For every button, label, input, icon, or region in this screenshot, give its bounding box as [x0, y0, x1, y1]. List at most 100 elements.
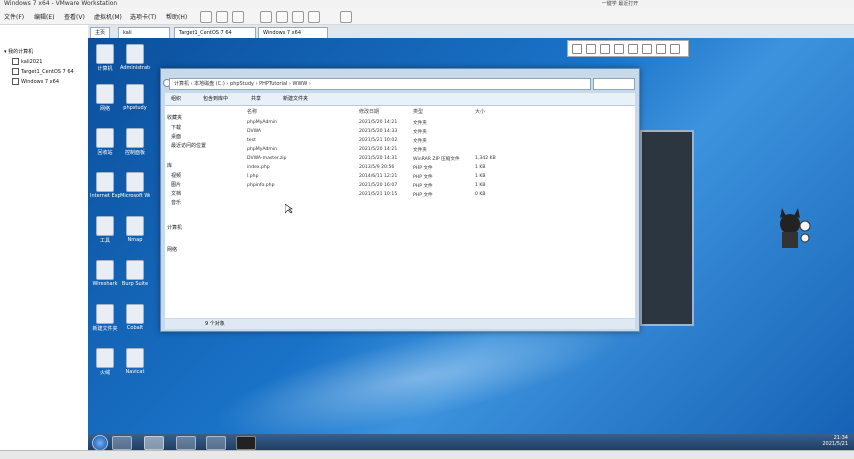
- control-panel-icon: [126, 128, 144, 148]
- nav-item[interactable]: 桌面: [171, 133, 181, 140]
- tab-kali[interactable]: kali: [118, 27, 170, 38]
- desktop-icon[interactable]: 回收站: [90, 128, 120, 156]
- settings-icon[interactable]: [340, 11, 352, 23]
- file-type: 文件夹: [413, 121, 427, 126]
- close-icon[interactable]: [670, 44, 680, 54]
- desktop-icon-label: 工具: [99, 238, 110, 244]
- fullscreen-icon[interactable]: [260, 11, 272, 23]
- column-header-size[interactable]: 大小: [475, 108, 485, 115]
- vm-icon: [12, 58, 19, 65]
- desktop-icon[interactable]: 网络: [90, 84, 120, 112]
- nav-item[interactable]: 视频: [171, 172, 181, 179]
- tab-home[interactable]: 主页: [90, 27, 111, 38]
- new-folder-button[interactable]: 新建文件夹: [283, 95, 308, 102]
- power-icon[interactable]: [586, 44, 596, 54]
- guest-taskbar: 21:34 2021/5/21: [88, 434, 854, 451]
- explorer-window[interactable]: 计算机 › 本地磁盘 (C:) › phpStudy › PHPTutorial…: [160, 68, 640, 332]
- nav-favorites-header[interactable]: 收藏夹: [167, 114, 182, 121]
- column-header-date[interactable]: 修改日期: [359, 108, 379, 115]
- power-icon[interactable]: [200, 11, 212, 23]
- start-button-icon[interactable]: [92, 435, 108, 451]
- console-view-icon[interactable]: [292, 11, 304, 23]
- file-row[interactable]: test 2021/5/21 10:02 文件夹: [243, 138, 635, 146]
- device-icon[interactable]: [642, 44, 652, 54]
- address-bar[interactable]: 计算机 › 本地磁盘 (C:) › phpStudy › PHPTutorial…: [169, 78, 591, 90]
- file-row[interactable]: DVWA-master.zip 2021/5/20 14:31 WinRAR ZIP…: [243, 156, 635, 164]
- file-type: PHP 文件: [413, 166, 433, 171]
- desktop-icon[interactable]: Cobalt: [120, 304, 150, 331]
- file-row[interactable]: 2021/5/21 10:15 PHP 文件 0 KB: [243, 192, 635, 200]
- desktop-icon[interactable]: Wireshark: [90, 260, 120, 287]
- desktop-icon[interactable]: 火绒: [90, 348, 120, 376]
- nav-item[interactable]: 最近访问的位置: [171, 142, 206, 149]
- tab-centos[interactable]: Target1_CentOS 7 64: [174, 27, 256, 38]
- nav-libraries-header[interactable]: 库: [167, 162, 172, 169]
- desktop-icon[interactable]: 控制面板: [120, 128, 150, 156]
- revert-icon[interactable]: [232, 11, 244, 23]
- menu-tabs[interactable]: 选项卡(T): [130, 12, 156, 21]
- nav-item[interactable]: 音乐: [171, 199, 181, 206]
- file-date: 2013/5/9 20:56: [359, 165, 395, 170]
- nav-item[interactable]: 图片: [171, 181, 181, 188]
- document-icon: [126, 172, 144, 192]
- pin-icon[interactable]: [572, 44, 582, 54]
- file-row[interactable]: l.php 2014/6/11 12:21 PHP 文件 1 KB: [243, 174, 635, 182]
- taskbar-ie-icon[interactable]: [112, 436, 132, 450]
- file-row[interactable]: DVWA 2021/5/20 14:33 文件夹: [243, 129, 635, 137]
- nav-network[interactable]: 网络: [167, 246, 177, 253]
- menu-vm[interactable]: 虚拟机(M): [94, 12, 122, 21]
- restore-icon[interactable]: [656, 44, 666, 54]
- library-item-label: Target1_CentOS 7 64: [21, 69, 74, 75]
- snapshot-icon[interactable]: [600, 44, 610, 54]
- stretch-icon[interactable]: [308, 11, 320, 23]
- send-keys-icon[interactable]: [628, 44, 638, 54]
- menu-help[interactable]: 帮助(H): [166, 12, 187, 21]
- snapshot-icon[interactable]: [216, 11, 228, 23]
- file-row[interactable]: phpinfo.php 2021/5/20 16:07 PHP 文件 1 KB: [243, 183, 635, 191]
- taskbar-app-icon[interactable]: [176, 436, 196, 450]
- library-root[interactable]: ▾ 我的计算机: [4, 48, 33, 55]
- menu-edit[interactable]: 编辑(E): [34, 12, 54, 21]
- column-header-name[interactable]: 名称: [247, 108, 257, 115]
- nav-item[interactable]: 文档: [171, 190, 181, 197]
- desktop-icon[interactable]: 计算机: [90, 44, 120, 72]
- app-icon: [126, 348, 144, 368]
- recycle-bin-icon: [96, 128, 114, 148]
- tab-windows7[interactable]: Windows 7 x64: [258, 27, 328, 38]
- file-row[interactable]: index.php 2013/5/9 20:56 PHP 文件 1 KB: [243, 165, 635, 173]
- background-console-window[interactable]: [640, 130, 694, 326]
- search-input[interactable]: [593, 78, 635, 90]
- library-item[interactable]: kali2021: [12, 58, 42, 65]
- unity-icon[interactable]: [276, 11, 288, 23]
- desktop-icon[interactable]: Microsoft Word: [120, 172, 150, 199]
- desktop-icon[interactable]: Administrator: [120, 44, 150, 71]
- desktop-icon[interactable]: 新建文件夹: [90, 304, 120, 332]
- menu-file[interactable]: 文件(F): [4, 12, 24, 21]
- taskbar-clock[interactable]: 21:34 2021/5/21: [822, 435, 848, 447]
- revert-icon[interactable]: [614, 44, 624, 54]
- share-button[interactable]: 共享: [251, 95, 261, 102]
- desktop-icon[interactable]: 工具: [90, 216, 120, 244]
- column-header-type[interactable]: 类型: [413, 108, 423, 115]
- desktop-icon[interactable]: Internet Explorer: [90, 172, 120, 199]
- desktop-icon[interactable]: Navicat: [120, 348, 150, 375]
- taskbar-explorer-icon[interactable]: [144, 436, 164, 450]
- organize-button[interactable]: 组织: [171, 95, 181, 102]
- app-icon: [96, 304, 114, 324]
- library-item[interactable]: Windows 7 x64: [12, 78, 59, 85]
- nav-computer[interactable]: 计算机: [167, 224, 182, 231]
- status-text: 9 个对象: [205, 321, 225, 327]
- file-name: test: [247, 138, 256, 143]
- taskbar-console-icon[interactable]: [236, 436, 256, 450]
- desktop-icon[interactable]: Burp Suite: [120, 260, 150, 287]
- desktop-icon[interactable]: Nmap: [120, 216, 150, 243]
- host-menu-bar: 文件(F) 编辑(E) 查看(V) 虚拟机(M) 选项卡(T) 帮助(H): [0, 8, 854, 25]
- nav-item[interactable]: 下载: [171, 124, 181, 131]
- file-row[interactable]: phpMyAdmin 2021/5/20 14:21 文件夹: [243, 120, 635, 128]
- library-item[interactable]: Target1_CentOS 7 64: [12, 68, 74, 75]
- taskbar-app-icon[interactable]: [206, 436, 226, 450]
- file-row[interactable]: phpMyAdmin 2021/5/20 14:21 文件夹: [243, 147, 635, 155]
- menu-view[interactable]: 查看(V): [64, 12, 85, 21]
- desktop-icon[interactable]: phpstudy: [120, 84, 150, 111]
- include-library-button[interactable]: 包含到库中: [203, 95, 228, 102]
